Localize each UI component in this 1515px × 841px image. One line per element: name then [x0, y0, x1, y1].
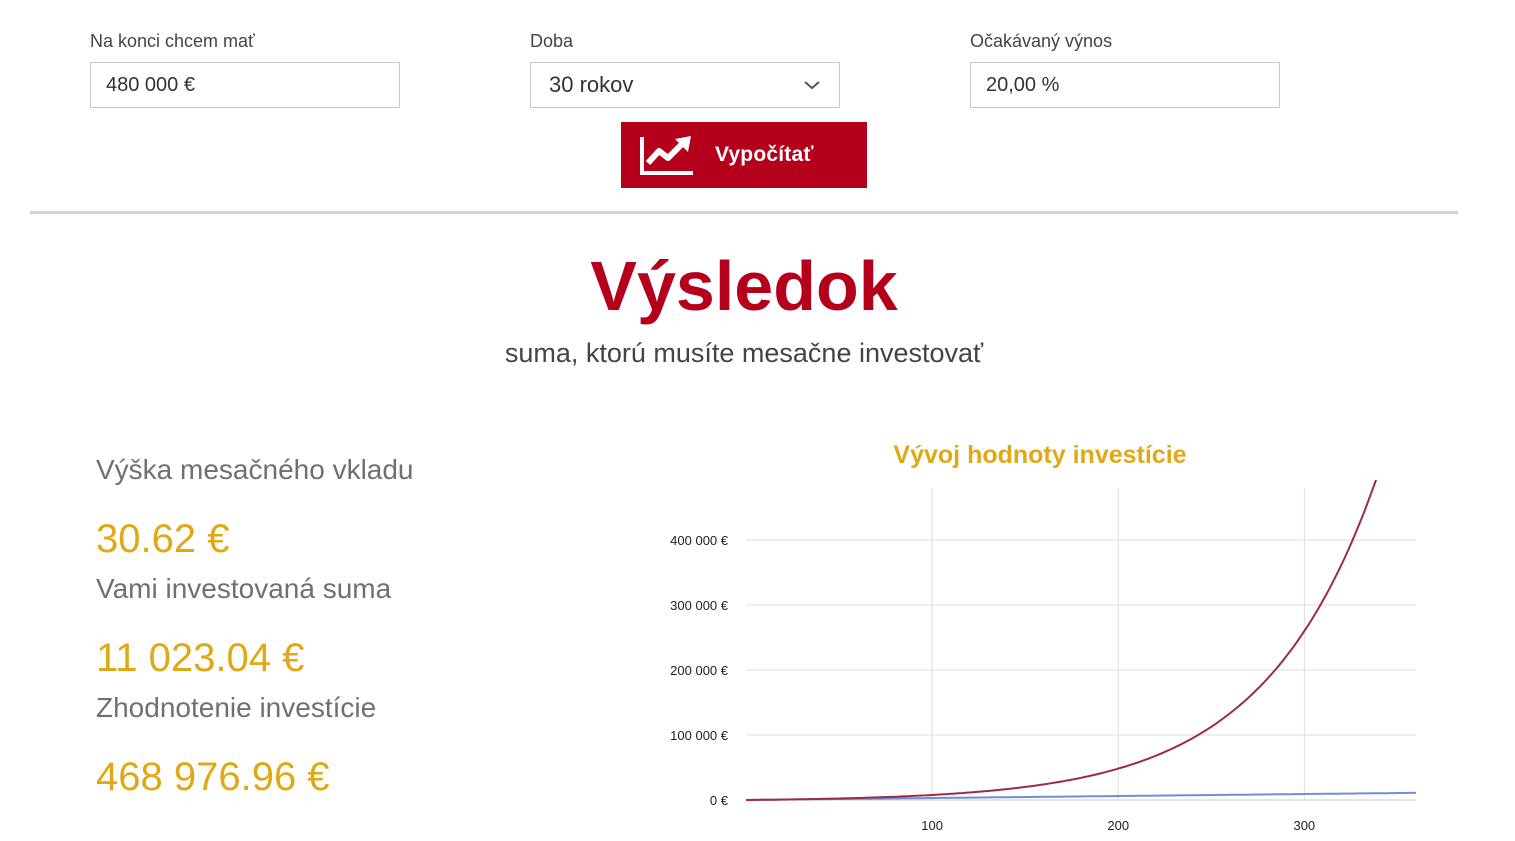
investment-growth-chart: 0 € 100 000 € 200 000 € 300 000 € 400 000 € 1… [670, 480, 1417, 833]
investment-value-series-line [746, 480, 1378, 801]
calculate-button-label: Vypočítať [715, 143, 814, 166]
y-tick-label: 100 000 € [670, 728, 729, 743]
x-tick-label: 300 [1293, 818, 1315, 833]
y-tick-label: 0 € [710, 793, 729, 808]
monthly-deposit-value: 30.62 € [96, 517, 230, 561]
invested-sum-value: 11 023.04 € [96, 636, 305, 680]
x-tick-label: 100 [921, 818, 943, 833]
result-title: Výsledok [590, 247, 898, 325]
target-amount-input[interactable]: 480 000 € [90, 62, 400, 108]
investment-gain-value: 468 976.96 € [96, 755, 330, 799]
investment-gain-label: Zhodnotenie investície [96, 692, 377, 723]
y-tick-label: 200 000 € [670, 663, 729, 678]
invested-sum-label: Vami investovaná suma [96, 573, 392, 604]
chevron-down-icon [803, 79, 821, 91]
section-divider [30, 211, 1458, 214]
period-select-value: 30 rokov [549, 72, 634, 97]
chart-title: Vývoj hodnoty investície [893, 441, 1187, 469]
target-amount-label: Na konci chcem mať [90, 31, 255, 51]
expected-yield-label: Očakávaný výnos [970, 31, 1113, 51]
period-label: Doba [530, 31, 574, 51]
y-tick-label: 400 000 € [670, 533, 729, 548]
expected-yield-input[interactable]: 20,00 % [970, 62, 1280, 108]
monthly-deposit-label: Výška mesačného vkladu [96, 454, 414, 485]
chart-trend-up-icon [640, 136, 693, 175]
x-tick-label: 200 [1107, 818, 1129, 833]
y-tick-label: 300 000 € [670, 598, 729, 613]
calculate-button[interactable]: Vypočítať [621, 122, 867, 188]
period-select[interactable]: 30 rokov [530, 62, 840, 108]
result-subtitle: suma, ktorú musíte mesačne investovať [504, 338, 984, 368]
